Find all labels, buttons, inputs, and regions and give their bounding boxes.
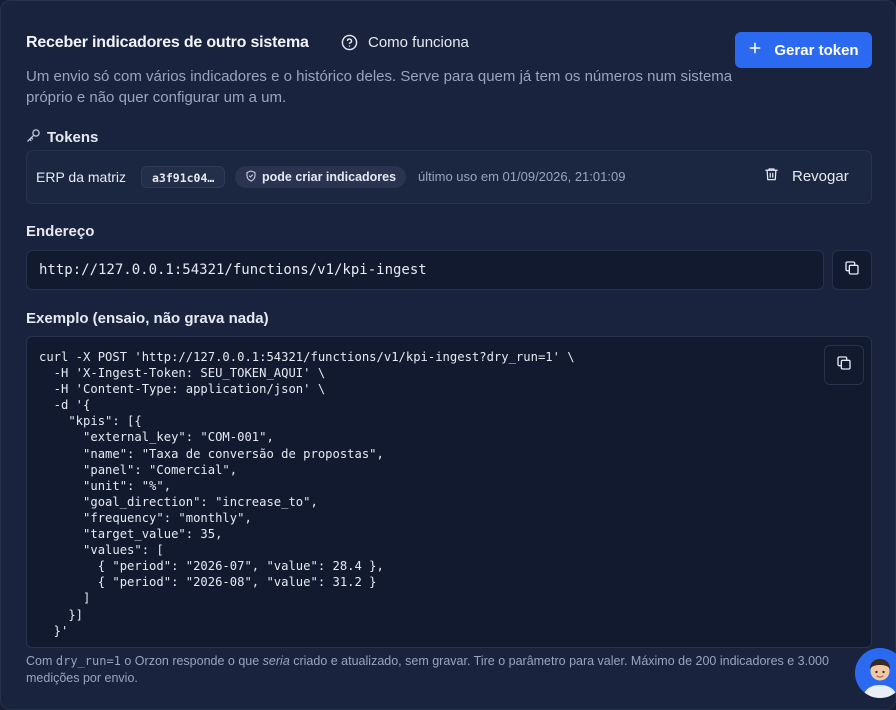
note-middle: o Orzon responde o que <box>120 654 263 668</box>
how-it-works-label: Como funciona <box>368 34 469 51</box>
token-last-used: último uso em 01/09/2026, 21:01:09 <box>418 169 626 184</box>
copy-icon <box>844 260 860 281</box>
how-it-works-link[interactable]: Como funciona <box>341 34 469 51</box>
copy-example-button[interactable] <box>824 345 864 385</box>
token-name: ERP da matriz <box>36 169 126 185</box>
generate-token-label: Gerar token <box>774 41 859 59</box>
tokens-label: Tokens <box>47 129 99 146</box>
token-code: a3f91c04… <box>141 166 226 188</box>
copy-icon <box>836 355 852 376</box>
example-code: curl -X POST 'http://127.0.0.1:54321/fun… <box>39 350 575 638</box>
permission-badge: pode criar indicadores <box>235 166 407 188</box>
help-circle-icon <box>341 34 358 51</box>
revoke-label: Revogar <box>792 167 849 185</box>
endpoint-label: Endereço <box>26 223 95 240</box>
key-icon <box>26 128 41 147</box>
panel-description: Um envio só com vários indicadores e o h… <box>26 68 733 106</box>
tokens-heading: Tokens <box>26 128 98 147</box>
example-label: Exemplo (ensaio, não grava nada) <box>26 310 269 327</box>
ingest-panel: Receber indicadores de outro sistema Com… <box>0 0 896 710</box>
note-code: dry_run=1 <box>55 654 121 668</box>
note-emphasis: seria <box>262 654 290 668</box>
trash-icon <box>764 166 779 186</box>
revoke-button[interactable]: Revogar <box>764 166 849 186</box>
generate-token-button[interactable]: Gerar token <box>735 32 872 68</box>
shield-check-icon <box>245 169 257 185</box>
permission-label: pode criar indicadores <box>262 170 397 184</box>
token-row: ERP da matriz a3f91c04… pode criar indic… <box>26 150 872 204</box>
panel-title: Receber indicadores de outro sistema <box>26 34 309 51</box>
example-code-block: curl -X POST 'http://127.0.0.1:54321/fun… <box>26 336 872 648</box>
endpoint-url-field[interactable]: http://127.0.0.1:54321/functions/v1/kpi-… <box>26 250 824 290</box>
note-prefix: Com <box>26 654 56 668</box>
plus-icon <box>748 41 762 59</box>
footer-note: Com dry_run=1 o Orzon responde o que ser… <box>26 653 861 687</box>
copy-url-button[interactable] <box>832 250 872 290</box>
